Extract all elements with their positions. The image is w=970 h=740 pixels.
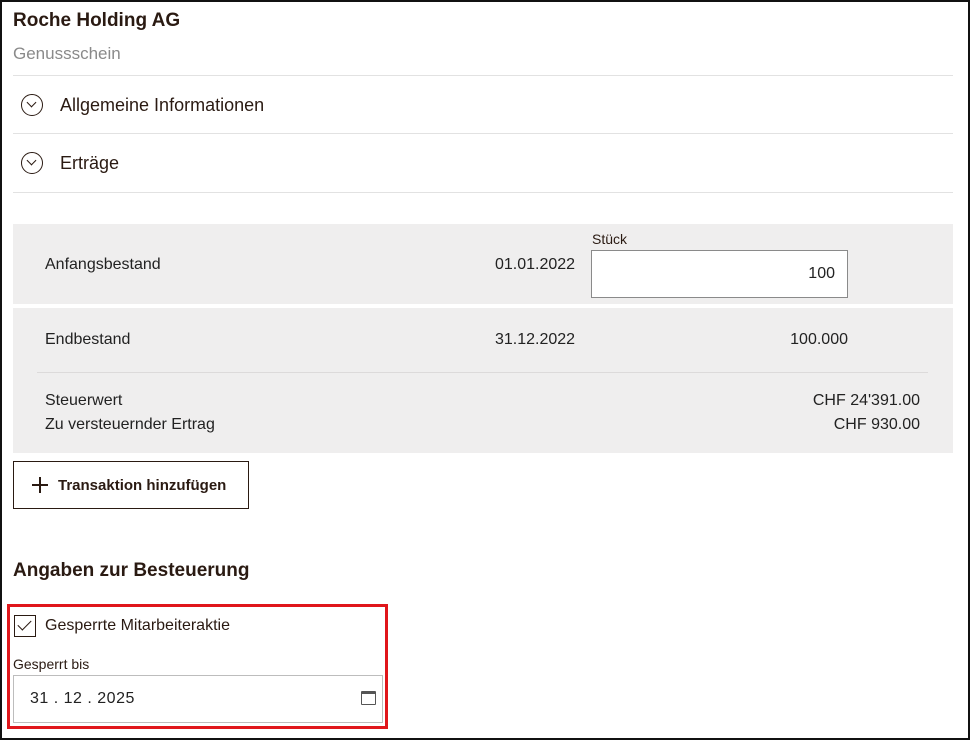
end-holding-label: Endbestand [45,331,131,348]
accordion-ertraege[interactable]: Erträge [13,134,953,192]
tax-value-amount: CHF 24'391.00 [812,392,920,409]
taxable-income-label: Zu versteuernder Ertrag [45,416,215,433]
accordion-label: Allgemeine Informationen [60,94,265,115]
locked-until-date-input[interactable]: 31 . 12 . 2025 [13,675,383,723]
start-holding-date: 01.01.2022 [495,256,576,273]
security-title: Roche Holding AG [13,10,181,31]
taxation-heading: Angaben zur Besteuerung [13,560,250,581]
security-subtitle: Genussschein [13,44,121,63]
end-holding-date: 31.12.2022 [495,331,576,348]
calendar-icon[interactable] [361,691,376,705]
quantity-label: Stück [592,231,628,247]
chevron-down-icon [21,94,43,116]
add-transaction-button[interactable]: Transaktion hinzufügen [13,461,249,509]
plus-icon [32,477,48,493]
quantity-input[interactable] [591,250,848,298]
taxable-income-amount: CHF 930.00 [833,416,920,433]
end-holding-quantity: 100.000 [790,331,848,348]
accordion-allgemeine-informationen[interactable]: Allgemeine Informationen [13,76,953,134]
add-transaction-label: Transaktion hinzufügen [58,476,227,494]
accordion-label: Erträge [60,152,120,173]
locked-employee-share-checkbox[interactable] [14,615,36,637]
locked-until-label: Gesperrt bis [13,656,90,672]
chevron-down-icon [21,152,43,174]
divider [13,192,953,193]
locked-until-value: 31 . 12 . 2025 [30,690,135,707]
locked-employee-share-label[interactable]: Gesperrte Mitarbeiteraktie [45,617,230,635]
start-holding-label: Anfangsbestand [45,256,161,273]
tax-value-label: Steuerwert [45,392,123,409]
panel-divider [37,372,928,373]
